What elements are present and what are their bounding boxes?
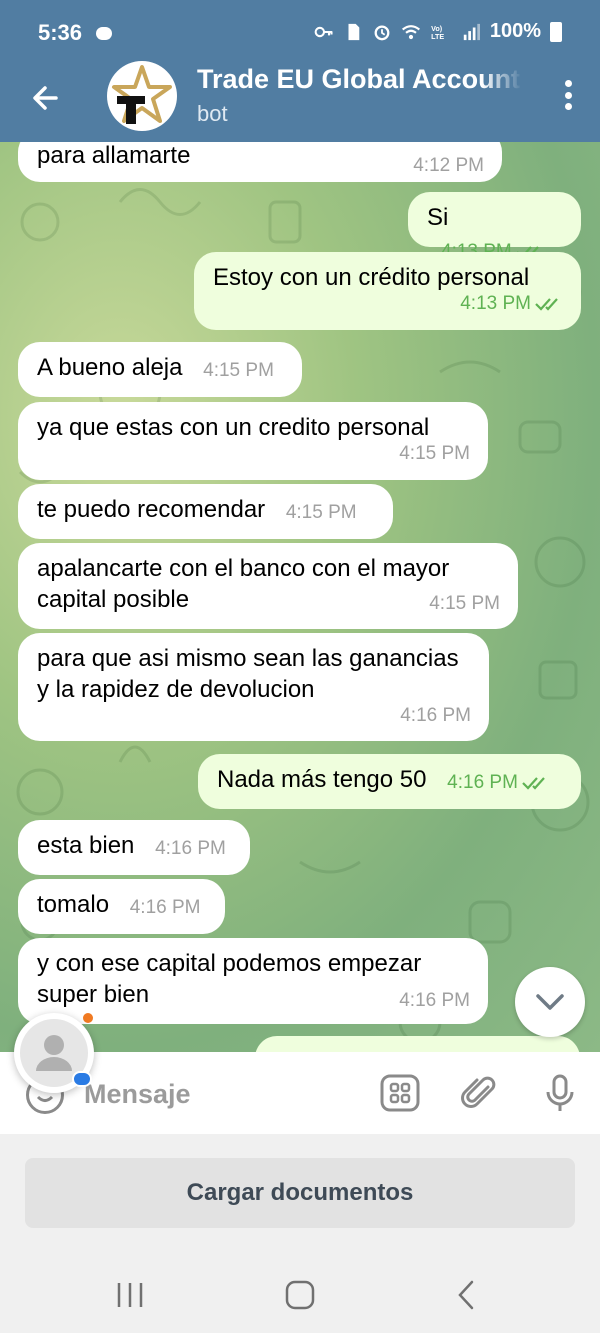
chevron-down-icon <box>536 994 564 1010</box>
message-bubble-outgoing[interactable]: Si 4:13 PM <box>408 192 581 262</box>
message-bubble-outgoing[interactable]: Nada más tengo 50 4:16 PM <box>198 754 581 809</box>
battery-percent: 100% <box>489 20 541 42</box>
sim-icon <box>343 23 363 41</box>
bot-keyboard: Cargar documentos <box>0 1134 600 1252</box>
bot-avatar[interactable] <box>107 61 177 131</box>
home-icon <box>285 1280 315 1310</box>
chat-subtitle: bot <box>197 101 228 126</box>
system-nav-bar <box>0 1252 600 1333</box>
recent-apps-button[interactable] <box>110 1277 150 1313</box>
chat-head-bubble[interactable] <box>14 1013 94 1093</box>
alarm-icon <box>372 23 392 41</box>
svg-text:LTE: LTE <box>431 32 444 41</box>
back-arrow-icon <box>33 86 58 110</box>
message-bubble-incoming[interactable]: apalancarte con el banco con el mayor ca… <box>18 543 518 629</box>
wifi-icon <box>401 23 421 41</box>
message-bubble-incoming[interactable]: y con ese capital podemos empezar super … <box>18 938 488 1024</box>
home-button[interactable] <box>280 1277 320 1313</box>
paperclip-icon <box>461 1076 496 1108</box>
message-bubble-incoming[interactable]: esta bien 4:16 PM <box>18 820 250 875</box>
attach-button[interactable] <box>460 1073 500 1113</box>
voice-button[interactable] <box>540 1073 580 1113</box>
battery-icon <box>550 21 562 42</box>
messenger-badge-icon <box>72 1071 92 1087</box>
microphone-icon <box>546 1074 574 1111</box>
status-time: 5:36 <box>38 20 83 45</box>
app-header: 5:36 Vo) LTE 100% Trade EU Global Accoun… <box>0 0 600 142</box>
system-back-button[interactable] <box>448 1277 488 1313</box>
key-icon <box>314 23 334 41</box>
back-button[interactable] <box>26 78 66 118</box>
recent-apps-icon <box>117 1283 143 1307</box>
more-options-button[interactable] <box>564 80 572 110</box>
bot-menu-button[interactable] <box>380 1073 420 1113</box>
message-bubble-outgoing[interactable] <box>255 1036 580 1052</box>
message-bubble-incoming[interactable]: te puedo recomendar 4:15 PM <box>18 484 393 539</box>
trade-logo-icon <box>112 65 172 124</box>
message-list[interactable]: para allamarte 4:12 PM Si 4:13 PM Estoy … <box>0 142 600 1052</box>
double-check-icon <box>535 298 558 311</box>
more-vertical-icon <box>564 80 572 87</box>
message-input[interactable] <box>84 1074 354 1114</box>
message-bubble-incoming[interactable]: para allamarte 4:12 PM <box>18 142 502 182</box>
chat-header: Trade EU Global Account bot <box>0 56 600 142</box>
message-bubble-incoming[interactable]: tomalo 4:16 PM <box>18 879 225 934</box>
message-bubble-incoming[interactable]: A bueno aleja 4:15 PM <box>18 342 302 397</box>
lte-icon: Vo) LTE <box>430 23 452 41</box>
message-bubble-incoming[interactable]: para que asi mismo sean las ganancias y … <box>18 633 489 741</box>
double-check-icon <box>522 777 545 790</box>
chat-title[interactable]: Trade EU Global Account <box>197 64 522 95</box>
message-bubble-outgoing[interactable]: Estoy con un crédito personal 4:13 PM <box>194 252 581 330</box>
scroll-down-button[interactable] <box>515 967 585 1037</box>
signal-icon <box>461 23 481 41</box>
upload-documents-button[interactable]: Cargar documentos <box>25 1158 575 1228</box>
message-bubble-incoming[interactable]: ya que estas con un credito personal 4:1… <box>18 402 488 480</box>
chevron-left-icon <box>458 1280 474 1310</box>
message-notification-icon <box>96 27 112 40</box>
bot-menu-icon <box>380 1074 420 1112</box>
